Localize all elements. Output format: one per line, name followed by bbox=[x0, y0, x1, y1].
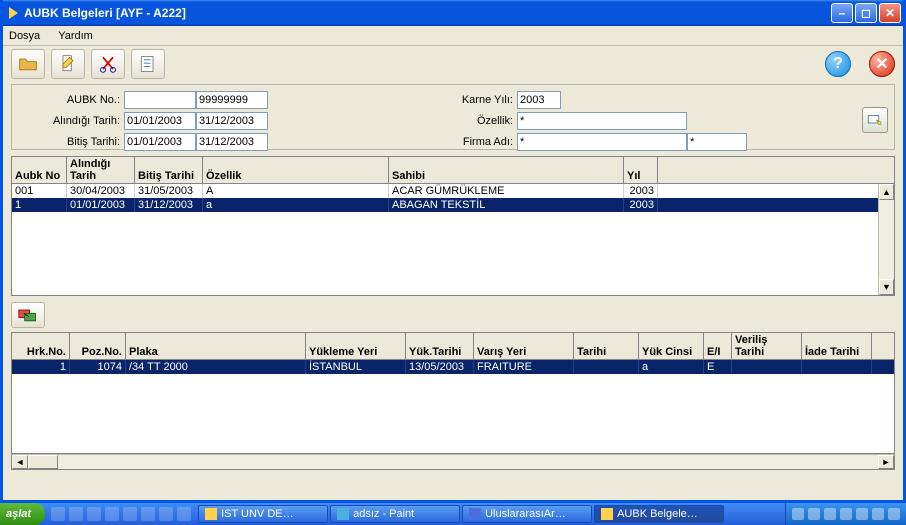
aubk-no-to-input[interactable] bbox=[196, 91, 268, 109]
ql-icon[interactable] bbox=[177, 507, 191, 521]
ozellik-input[interactable] bbox=[517, 112, 687, 130]
scroll-left-icon[interactable]: ◄ bbox=[12, 455, 28, 469]
col-poz-no[interactable]: Poz.No. bbox=[70, 333, 126, 359]
menu-dosya[interactable]: Dosya bbox=[9, 30, 40, 42]
firma-adi-label: Firma Adı: bbox=[438, 136, 513, 148]
col-alindigi[interactable]: Alındığı Tarih bbox=[67, 157, 135, 183]
word-icon bbox=[469, 508, 481, 520]
filter-panel: AUBK No.: Karne Yılı: Alındığı Tarih: Öz… bbox=[11, 84, 895, 150]
taskbar-item[interactable]: adsız - Paint bbox=[330, 505, 460, 523]
col-yuk-tarihi[interactable]: Yük.Tarihi bbox=[406, 333, 474, 359]
toolbar: ? ✕ bbox=[3, 46, 903, 82]
detail-row-selected[interactable]: 1 1074 /34 TT 2000 İSTANBUL 13/05/2003 F… bbox=[12, 360, 894, 374]
aubk-row-selected[interactable]: 1 01/01/2003 31/12/2003 a ABAGAN TEKSTİL… bbox=[12, 198, 894, 212]
tray-icon[interactable] bbox=[840, 508, 852, 520]
col-iade-tarihi[interactable]: İade Tarihi bbox=[802, 333, 872, 359]
scroll-up-icon[interactable]: ▲ bbox=[879, 184, 894, 200]
menu-yardim[interactable]: Yardım bbox=[58, 30, 93, 42]
taskbar: aşlat IST UNV DE… adsız - Paint Uluslara… bbox=[0, 503, 906, 525]
tray-icon[interactable] bbox=[792, 508, 804, 520]
scroll-down-icon[interactable]: ▼ bbox=[879, 279, 894, 295]
menubar: Dosya Yardım bbox=[3, 26, 903, 46]
col-verilis-tarihi[interactable]: Veriliş Tarihi bbox=[732, 333, 802, 359]
col-bitis[interactable]: Bitiş Tarihi bbox=[135, 157, 203, 183]
detail-panel: Hrk.No. Poz.No. Plaka Yükleme Yeri Yük.T… bbox=[11, 332, 895, 454]
close-button[interactable]: ✕ bbox=[879, 3, 901, 23]
ql-icon[interactable] bbox=[51, 507, 65, 521]
col-hrk-no[interactable]: Hrk.No. bbox=[12, 333, 70, 359]
col-varis-yeri[interactable]: Varış Yeri bbox=[474, 333, 574, 359]
bitis-to-input[interactable] bbox=[196, 133, 268, 151]
col-ei[interactable]: E/I bbox=[704, 333, 732, 359]
edit-button[interactable] bbox=[51, 49, 85, 79]
cut-button[interactable] bbox=[91, 49, 125, 79]
quick-launch bbox=[45, 503, 197, 525]
open-folder-button[interactable] bbox=[11, 49, 45, 79]
ql-icon[interactable] bbox=[87, 507, 101, 521]
app-triangle-icon bbox=[9, 7, 18, 19]
aubk-row[interactable]: 001 30/04/2003 31/05/2003 A ACAR GÜMRÜKL… bbox=[12, 184, 894, 198]
tray-icon[interactable] bbox=[856, 508, 868, 520]
firma-adi-to-input[interactable] bbox=[687, 133, 747, 151]
aubk-grid-header: Aubk No Alındığı Tarih Bitiş Tarihi Özel… bbox=[12, 157, 894, 184]
tray-icon[interactable] bbox=[872, 508, 884, 520]
alindigi-from-input[interactable] bbox=[124, 112, 196, 130]
help-button[interactable]: ? bbox=[825, 51, 851, 77]
list-button[interactable] bbox=[131, 49, 165, 79]
close-round-button[interactable]: ✕ bbox=[869, 51, 895, 77]
ozellik-label: Özellik: bbox=[438, 115, 513, 127]
detail-grid-header: Hrk.No. Poz.No. Plaka Yükleme Yeri Yük.T… bbox=[12, 333, 894, 360]
taskbar-item-active[interactable]: AUBK Belgele… bbox=[594, 505, 724, 523]
karne-yili-input[interactable] bbox=[517, 91, 561, 109]
aubk-no-label: AUBK No.: bbox=[20, 94, 120, 106]
bitis-from-input[interactable] bbox=[124, 133, 196, 151]
taskbar-item[interactable]: IST UNV DE… bbox=[198, 505, 328, 523]
detail-grid-hscroll[interactable]: ◄ ► bbox=[11, 454, 895, 470]
titlebar: AUBK Belgeleri [AYF - A222] – ◻ ✕ bbox=[3, 0, 903, 26]
ql-icon[interactable] bbox=[69, 507, 83, 521]
col-yuk-cinsi[interactable]: Yük Cinsi bbox=[639, 333, 704, 359]
firma-adi-from-input[interactable] bbox=[517, 133, 687, 151]
ql-icon[interactable] bbox=[159, 507, 173, 521]
window-title: AUBK Belgeleri [AYF - A222] bbox=[24, 6, 831, 20]
ql-icon[interactable] bbox=[123, 507, 137, 521]
detail-button[interactable] bbox=[11, 302, 45, 328]
search-button[interactable] bbox=[862, 107, 888, 133]
taskbar-item[interactable]: UluslararasıAr… bbox=[462, 505, 592, 523]
tray-icon[interactable] bbox=[808, 508, 820, 520]
minimize-button[interactable]: – bbox=[831, 3, 853, 23]
col-plaka[interactable]: Plaka bbox=[126, 333, 306, 359]
alindigi-to-input[interactable] bbox=[196, 112, 268, 130]
bitis-tarihi-label: Bitiş Tarihi: bbox=[20, 136, 120, 148]
start-button[interactable]: aşlat bbox=[0, 503, 45, 525]
scroll-thumb[interactable] bbox=[28, 455, 58, 469]
col-aubk-no[interactable]: Aubk No bbox=[12, 157, 67, 183]
col-yukleme-yeri[interactable]: Yükleme Yeri bbox=[306, 333, 406, 359]
app-icon bbox=[601, 508, 613, 520]
folder-icon bbox=[205, 508, 217, 520]
aubk-grid-vscroll[interactable]: ▲ ▼ bbox=[878, 184, 894, 295]
tray-icon[interactable] bbox=[888, 508, 900, 520]
karne-yili-label: Karne Yılı: bbox=[438, 94, 513, 106]
col-ozellik[interactable]: Özellik bbox=[203, 157, 389, 183]
col-yil[interactable]: Yıl bbox=[624, 157, 658, 183]
aubk-grid: Aubk No Alındığı Tarih Bitiş Tarihi Özel… bbox=[11, 156, 895, 296]
aubk-no-from-input[interactable] bbox=[124, 91, 196, 109]
tray-icon[interactable] bbox=[824, 508, 836, 520]
ql-icon[interactable] bbox=[141, 507, 155, 521]
system-tray[interactable] bbox=[785, 503, 906, 525]
col-sahibi[interactable]: Sahibi bbox=[389, 157, 624, 183]
maximize-button[interactable]: ◻ bbox=[855, 3, 877, 23]
paint-icon bbox=[337, 508, 349, 520]
detail-grid: Hrk.No. Poz.No. Plaka Yükleme Yeri Yük.T… bbox=[12, 333, 894, 453]
ql-icon[interactable] bbox=[105, 507, 119, 521]
col-tarihi[interactable]: Tarihi bbox=[574, 333, 639, 359]
alindigi-tarih-label: Alındığı Tarih: bbox=[20, 115, 120, 127]
scroll-right-icon[interactable]: ► bbox=[878, 455, 894, 469]
